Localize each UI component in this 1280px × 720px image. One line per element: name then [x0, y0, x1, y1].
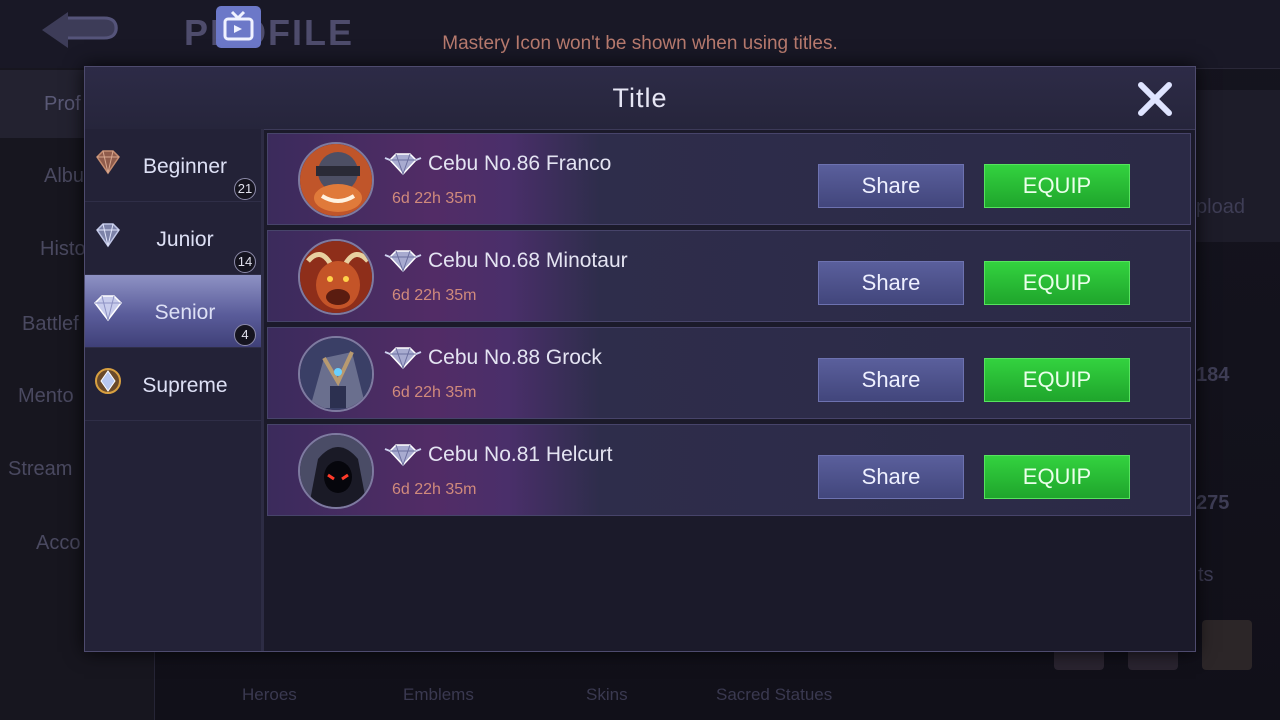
- title-name: Cebu No.81 Helcurt: [428, 443, 613, 466]
- follower-count: 184: [1196, 364, 1230, 386]
- gem-icon: [384, 153, 422, 176]
- hero-avatar-franco: [298, 142, 374, 218]
- share-button[interactable]: Share: [818, 261, 964, 305]
- gem-icon: [96, 223, 120, 248]
- like-count: 275: [1196, 492, 1230, 514]
- title-list: Cebu No.86 Franco 6d 22h 35m Share EQUIP: [267, 133, 1193, 649]
- title-timer: 6d 22h 35m: [392, 481, 477, 498]
- title-row: Cebu No.81 Helcurt 6d 22h 35m Share EQUI…: [267, 424, 1191, 516]
- right-label: ts: [1198, 564, 1214, 586]
- hero-avatar-helcurt: [298, 433, 374, 509]
- title-name: Cebu No.88 Grock: [428, 346, 602, 369]
- gem-icon: [95, 368, 121, 394]
- tab-sacred-statues[interactable]: Sacred Statues: [716, 685, 832, 705]
- upload-label: pload: [1196, 196, 1245, 218]
- tab-heroes[interactable]: Heroes: [242, 685, 297, 705]
- share-button[interactable]: Share: [818, 164, 964, 208]
- close-icon[interactable]: [1135, 79, 1175, 119]
- gem-icon: [384, 347, 422, 370]
- title-timer: 6d 22h 35m: [392, 384, 477, 401]
- title-dialog: Title Beginner 21 Junior 14 Senior 4 Sup…: [84, 66, 1196, 652]
- category-count-badge: 21: [234, 178, 256, 200]
- equip-button[interactable]: EQUIP: [984, 358, 1130, 402]
- category-label: Junior: [156, 228, 214, 251]
- category-senior[interactable]: Senior 4: [85, 275, 261, 348]
- category-count-badge: 4: [234, 324, 256, 346]
- title-timer: 6d 22h 35m: [392, 287, 477, 304]
- dialog-title: Title: [612, 83, 668, 113]
- upload-panel: [1196, 90, 1280, 242]
- title-name: Cebu No.68 Minotaur: [428, 249, 628, 272]
- title-row: Cebu No.88 Grock 6d 22h 35m Share EQUIP: [267, 327, 1191, 419]
- category-beginner[interactable]: Beginner 21: [85, 129, 261, 202]
- category-label: Beginner: [142, 155, 228, 178]
- equip-button[interactable]: EQUIP: [984, 164, 1130, 208]
- gem-icon: [384, 250, 422, 273]
- title-name: Cebu No.86 Franco: [428, 152, 612, 175]
- share-button[interactable]: Share: [818, 455, 964, 499]
- title-category-list: Beginner 21 Junior 14 Senior 4 Supreme: [85, 129, 264, 651]
- category-label: Supreme: [142, 374, 228, 397]
- equip-button[interactable]: EQUIP: [984, 261, 1130, 305]
- gem-icon: [96, 150, 120, 175]
- tab-skins[interactable]: Skins: [586, 685, 628, 705]
- category-supreme[interactable]: Supreme: [85, 348, 261, 421]
- title-timer: 6d 22h 35m: [392, 190, 477, 207]
- mastery-notice: Mastery Icon won't be shown when using t…: [442, 33, 838, 54]
- title-row: Cebu No.68 Minotaur 6d 22h 35m Share EQU…: [267, 230, 1191, 322]
- share-button[interactable]: Share: [818, 358, 964, 402]
- gem-icon: [94, 295, 122, 322]
- hero-avatar-grock: [298, 336, 374, 412]
- category-count-badge: 14: [234, 251, 256, 273]
- equip-button[interactable]: EQUIP: [984, 455, 1130, 499]
- hero-thumb[interactable]: [1202, 620, 1252, 670]
- gem-icon: [384, 444, 422, 467]
- category-label: Senior: [154, 301, 216, 324]
- category-junior[interactable]: Junior 14: [85, 202, 261, 275]
- hero-avatar-minotaur: [298, 239, 374, 315]
- tab-emblems[interactable]: Emblems: [403, 685, 474, 705]
- dialog-header: Title: [85, 67, 1195, 130]
- title-row: Cebu No.86 Franco 6d 22h 35m Share EQUIP: [267, 133, 1191, 225]
